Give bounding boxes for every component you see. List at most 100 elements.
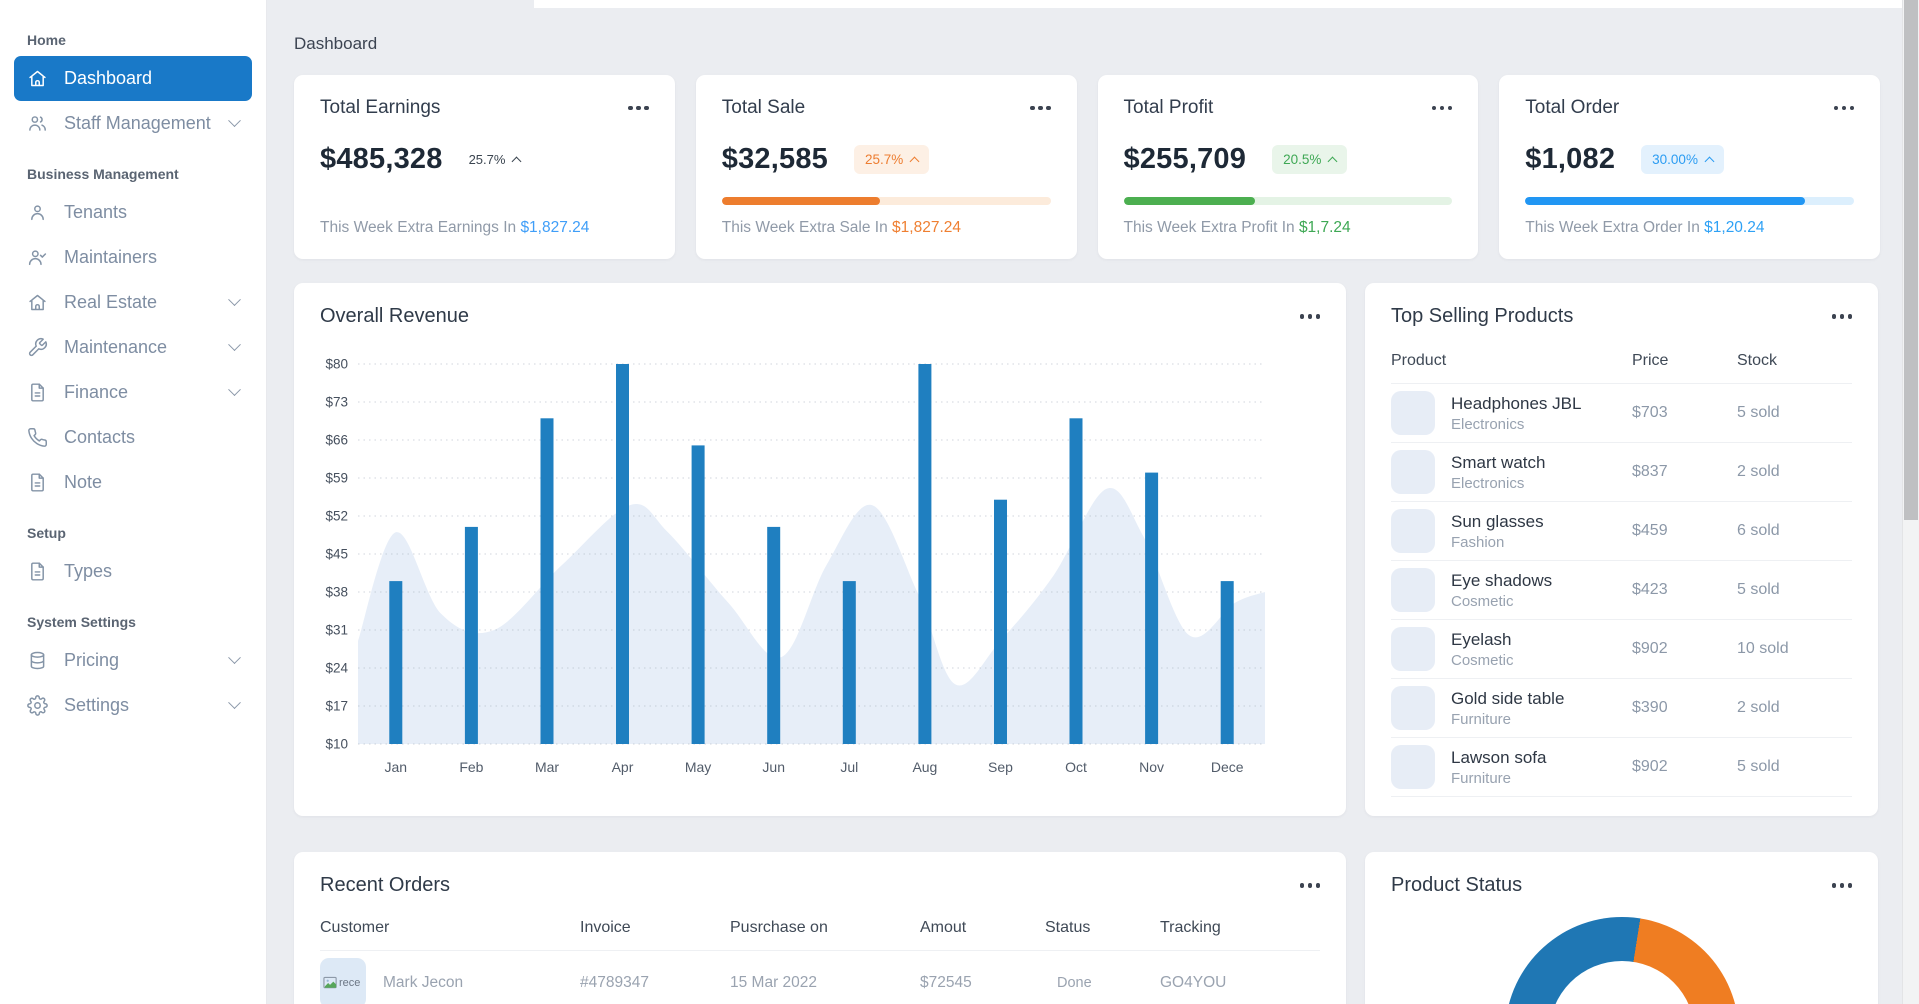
sidebar-item-tenants[interactable]: Tenants (14, 190, 252, 235)
sidebar-item-pricing[interactable]: Pricing (14, 638, 252, 683)
product-stock: 10 sold (1737, 640, 1789, 657)
product-price: $837 (1632, 463, 1668, 480)
x-axis-tick-label: Oct (1065, 759, 1087, 775)
top-selling-header-row: Product Price Stock (1391, 352, 1852, 384)
sidebar-section-label: Home (27, 32, 66, 48)
scrollbar-thumb[interactable] (1904, 0, 1918, 520)
breadcrumb: Dashboard (294, 34, 378, 53)
product-name: Sun glasses (1451, 511, 1544, 531)
stat-card-total-profit: Total Profit $255,709 20.5% This Week Extra… (1097, 75, 1479, 259)
table-row: Lawson sofa Furniture $902 5 sold (1391, 738, 1852, 797)
product-price: $423 (1632, 581, 1668, 598)
document-icon (27, 382, 48, 403)
footer-amount: $1,827.24 (892, 219, 961, 236)
chevron-down-icon (228, 651, 241, 665)
product-category: Electronics (1451, 474, 1525, 492)
more-options-button[interactable] (1431, 102, 1453, 115)
product-status-panel: Product Status (1365, 852, 1878, 1004)
table-row: Gold side table Furniture $390 2 sold (1391, 679, 1852, 738)
x-axis-tick-label: Dece (1211, 759, 1244, 775)
more-options-button[interactable] (628, 102, 649, 115)
sidebar-item-types[interactable]: Types (14, 549, 252, 594)
stat-card-value: $485,328 (320, 143, 443, 175)
chevron-up-icon (511, 156, 522, 166)
x-axis-tick-label: Mar (535, 759, 559, 775)
document-icon (27, 472, 48, 493)
percent-text: 30.00% (1652, 152, 1698, 167)
vertical-scrollbar[interactable] (1902, 0, 1919, 1004)
sidebar-item-dashboard[interactable]: Dashboard (14, 56, 252, 101)
product-name: Smart watch (1451, 452, 1546, 472)
revenue-bar (540, 418, 554, 744)
sidebar-item-staff-management[interactable]: Staff Management (14, 101, 252, 146)
revenue-bar (918, 364, 932, 744)
y-axis-tick-label: $66 (325, 433, 348, 448)
sidebar-item-label: Staff Management (64, 113, 211, 133)
gear-icon (27, 695, 48, 716)
stat-card-value: $255,709 (1123, 143, 1247, 175)
y-axis-tick-label: $24 (325, 661, 348, 676)
sidebar-item-real-estate[interactable]: Real Estate (14, 280, 252, 325)
stat-card-total-order: Total Order $1,082 30.00% This Week Extra O… (1499, 75, 1880, 259)
y-axis-tick-label: $31 (325, 623, 348, 638)
product-category: Fashion (1451, 533, 1505, 551)
more-options-button[interactable] (1831, 879, 1852, 892)
more-options-button[interactable] (1831, 310, 1852, 323)
column-header: Price (1632, 352, 1669, 369)
document-icon (27, 561, 48, 582)
product-category: Cosmetic (1451, 651, 1514, 669)
product-name: Lawson sofa (1451, 747, 1547, 767)
revenue-bar (767, 526, 781, 744)
stat-card-title: Total Order (1525, 97, 1620, 118)
sidebar-item-contacts[interactable]: Contacts (14, 415, 252, 460)
product-info: Eye shadows Cosmetic (1451, 571, 1552, 610)
product-info: Headphones JBL Electronics (1451, 394, 1581, 433)
product-cell: Headphones JBL Electronics (1391, 391, 1632, 435)
footer-amount: $1,827.24 (520, 219, 590, 236)
more-options-button[interactable] (1299, 879, 1320, 892)
product-name: Eye shadows (1451, 570, 1553, 590)
progress-bar (1123, 197, 1453, 205)
sidebar-item-maintainers[interactable]: Maintainers (14, 235, 252, 280)
product-info: Smart watch Electronics (1451, 453, 1545, 492)
revenue-bar (691, 445, 705, 744)
product-thumbnail (1391, 450, 1435, 494)
sidebar-item-label: Types (64, 561, 113, 581)
chevron-down-icon (228, 114, 241, 128)
stat-cards-row: Total Earnings $485,328 25.7% This Week Ext… (294, 75, 1880, 259)
sidebar-section-label: Business Management (27, 166, 179, 182)
top-strip (534, 0, 1919, 8)
sidebar-item-note[interactable]: Note (14, 460, 252, 505)
progress-fill (1525, 197, 1805, 205)
table-row: Eyelash Cosmetic $902 10 sold (1391, 620, 1852, 679)
stat-card-footer: This Week Extra Profit In $1,7.24 (1124, 219, 1453, 237)
stat-card-header: Total Earnings (320, 97, 649, 119)
sidebar-item-label: Settings (64, 695, 130, 715)
stat-card-total-sale: Total Sale $32,585 25.7% This Week Extra Sa… (695, 75, 1077, 259)
sidebar-item-maintenance[interactable]: Maintenance (14, 325, 252, 370)
table-row: Headphones JBL Electronics $703 5 sold (1391, 384, 1852, 443)
bottom-row: Recent Orders Customer Invoice Pusrchase o… (294, 852, 1880, 1004)
sidebar-item-finance[interactable]: Finance (14, 370, 252, 415)
broken-avatar-image: rece (320, 958, 366, 1004)
y-axis-tick-label: $52 (325, 509, 348, 524)
stat-card-title: Total Sale (721, 97, 806, 118)
product-cell: Sun glasses Fashion (1391, 509, 1632, 553)
product-info: Gold side table Furniture (1451, 689, 1564, 728)
x-axis-tick-label: Aug (912, 759, 937, 775)
more-options-button[interactable] (1833, 102, 1854, 115)
sidebar-item-settings[interactable]: Settings (14, 683, 252, 728)
product-thumbnail (1391, 568, 1435, 612)
sidebar-section-label: System Settings (27, 614, 136, 630)
stat-card-value-row: $1,082 30.00% (1525, 143, 1854, 176)
more-options-button[interactable] (1030, 102, 1051, 115)
more-options-button[interactable] (1299, 310, 1320, 323)
product-info: Lawson sofa Furniture (1451, 748, 1546, 787)
home-icon (27, 292, 48, 313)
product-price: $902 (1632, 640, 1668, 657)
product-name: Gold side table (1451, 688, 1565, 708)
sidebar-item-label: Note (64, 472, 103, 492)
people-icon (27, 113, 48, 134)
stat-card-title: Total Earnings (320, 97, 441, 118)
product-category: Furniture (1451, 710, 1512, 728)
